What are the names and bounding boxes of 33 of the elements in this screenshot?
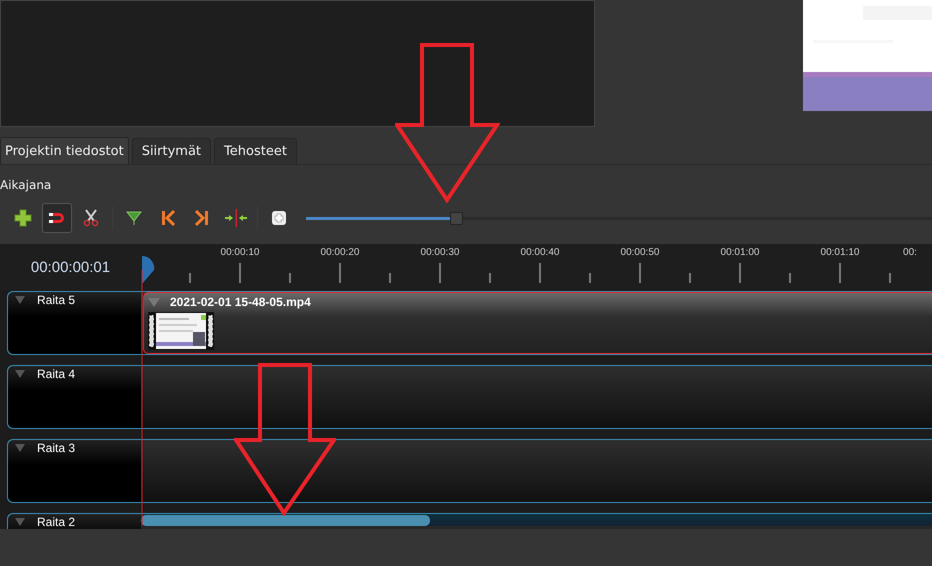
magnet-icon — [48, 211, 66, 225]
scrollbar[interactable] — [141, 514, 932, 526]
time-label: 00:00:10 — [220, 246, 260, 260]
track-name: Raita 2 — [37, 516, 76, 529]
tab[interactable]: Projektin tiedostot — [0, 137, 129, 164]
snap-button[interactable] — [42, 203, 72, 233]
slider-handle[interactable] — [450, 212, 464, 224]
track-name: Raita 4 — [37, 368, 76, 381]
chevron-icon[interactable] — [15, 370, 25, 378]
chevron-icon[interactable] — [15, 444, 25, 452]
time-label: 00:00:50 — [620, 246, 660, 260]
video-clip[interactable]: 2021-02-01 15-48-05.mp4 — [143, 292, 932, 354]
track[interactable]: Raita 2 — [7, 513, 932, 529]
zoom-slider[interactable] — [306, 212, 932, 224]
time-label: 00:00:30 — [420, 246, 460, 260]
time-label: 00:00:40 — [520, 246, 560, 260]
clip-name: 2021-02-01 15-48-05.mp4 — [170, 295, 311, 309]
track[interactable]: Raita 4 — [7, 365, 932, 429]
tab[interactable]: Tehosteet — [214, 138, 297, 164]
tab[interactable]: Siirtymät — [132, 138, 212, 164]
track-name: Raita 3 — [37, 442, 76, 455]
track-name: Raita 5 — [37, 294, 76, 307]
plus-icon — [14, 209, 32, 227]
chevron-icon[interactable] — [15, 518, 25, 526]
chevron-icon[interactable] — [15, 296, 25, 304]
time-label: 00:01:00 — [720, 246, 760, 260]
track[interactable]: Raita 3 — [7, 439, 932, 503]
time-label: 00:01:10 — [820, 246, 860, 260]
panel-title: Aikajana — [0, 177, 52, 193]
timecode: 00:00:00:01 — [30, 258, 112, 278]
time-label: 00:00:20 — [320, 246, 360, 260]
track[interactable]: Raita 5 2021-02-01 15-48-05.mp4 — [7, 291, 932, 355]
time-label: 00: — [902, 246, 918, 260]
